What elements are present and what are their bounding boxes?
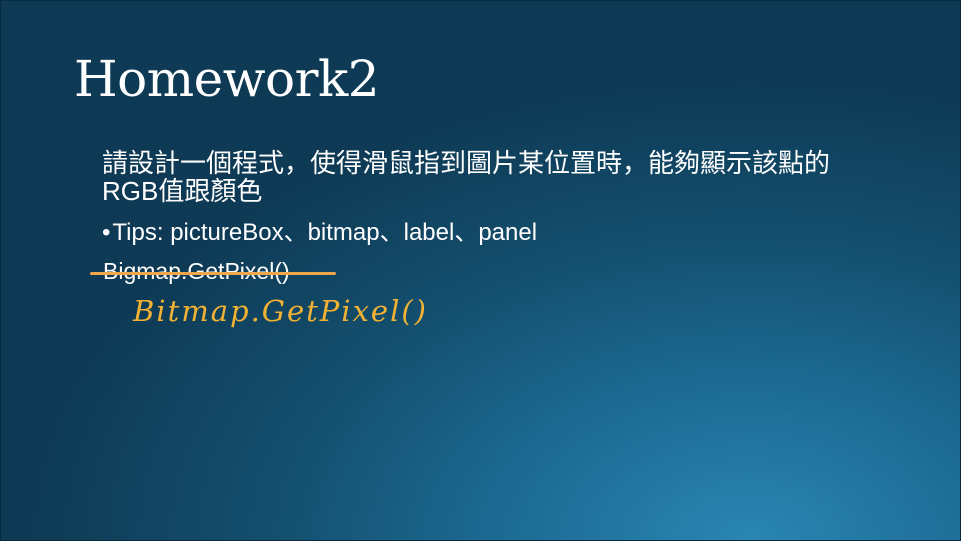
tips-line: •Tips: pictureBox、bitmap、label、panel [102,218,537,248]
strikethrough-mark [90,272,336,275]
body-line-1: 請設計一個程式，使得滑鼠指到圖片某位置時，能夠顯示該點的 [102,148,831,178]
tips-text: Tips: pictureBox、bitmap、label、panel [112,219,538,246]
slide: Homework2 請設計一個程式，使得滑鼠指到圖片某位置時，能夠顯示該點的 R… [0,0,961,541]
slide-title: Homework2 [74,50,380,108]
bullet-icon: • [102,219,111,246]
handwritten-correction: Bitmap.GetPixel() [133,294,428,328]
body-line-2: RGB值跟顏色 [102,176,263,206]
